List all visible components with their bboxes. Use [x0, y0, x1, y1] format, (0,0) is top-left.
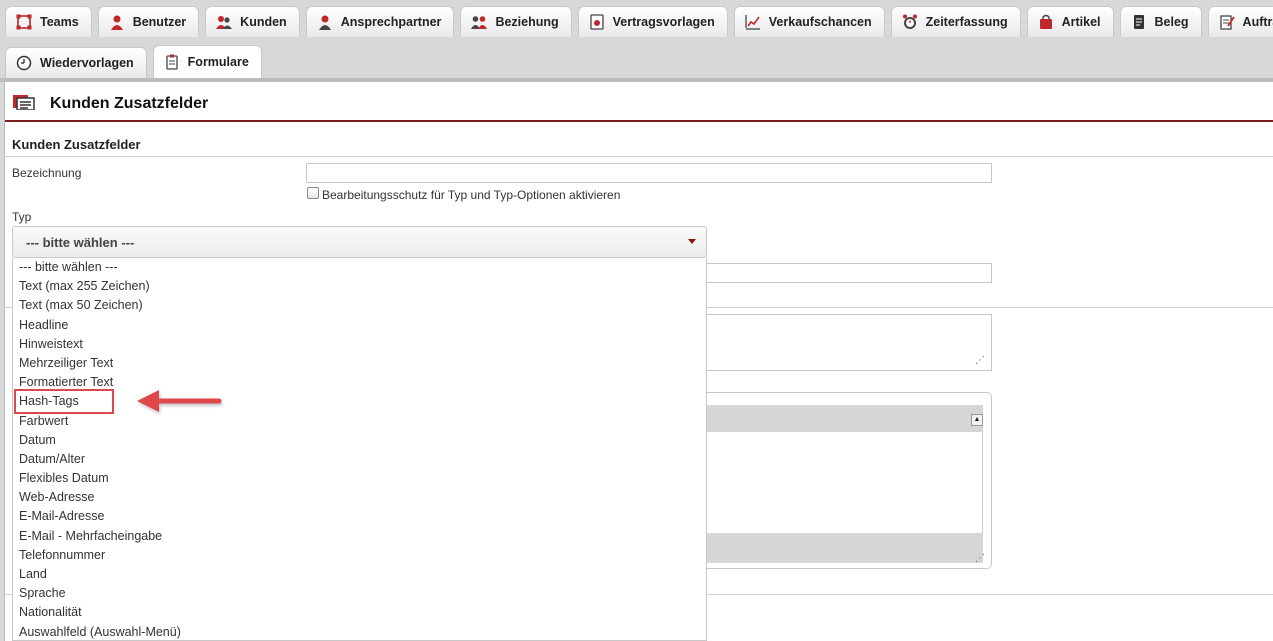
typ-option[interactable]: Land [13, 565, 706, 584]
tab-label: Teams [40, 15, 79, 29]
rich-text-editor[interactable]: ▲ ⋰ [706, 392, 992, 569]
tab-label: Ansprechpartner [340, 15, 442, 29]
chevron-down-icon [688, 239, 696, 244]
tab-label: Wiedervorlagen [40, 56, 134, 70]
contact-person-icon [317, 14, 333, 30]
tab-beleg[interactable]: Beleg [1119, 6, 1202, 37]
typ-option[interactable]: E-Mail-Adresse [13, 507, 706, 526]
alarm-clock-icon [902, 14, 918, 30]
section-title: Kunden Zusatzfelder [12, 137, 141, 152]
tab-artikel[interactable]: Artikel [1026, 6, 1114, 37]
tab-vertragsvorlagen[interactable]: Vertragsvorlagen [577, 6, 728, 37]
tab-label: Verkaufschancen [768, 15, 872, 29]
order-icon [1219, 14, 1235, 30]
tab-label: Vertragsvorlagen [612, 15, 715, 29]
clock-icon [16, 55, 32, 71]
typ-select[interactable]: --- bitte wählen --- [12, 226, 707, 258]
clipboard-icon [164, 54, 180, 70]
annotation-arrow-icon [137, 390, 222, 412]
divider [5, 156, 1273, 157]
page-header: Kunden Zusatzfelder [5, 82, 1273, 122]
tab-wiedervorlagen[interactable]: Wiedervorlagen [5, 47, 147, 78]
editor-statusbar [706, 533, 983, 563]
tab-beziehung[interactable]: Beziehung [460, 6, 572, 37]
typ-option[interactable]: Text (max 50 Zeichen) [13, 296, 706, 315]
typ-option[interactable]: Auswahlfeld (Auswahl-Menü) [13, 623, 706, 640]
tab-row-1: Teams Benutzer Kunden Ansprechpartner Bezieh… [5, 4, 1273, 37]
tab-label: Kunden [240, 15, 287, 29]
tab-row-2: Wiedervorlagen Formulare [5, 45, 268, 78]
typ-option[interactable]: Formatierter Text [13, 373, 706, 392]
tab-label: Beziehung [495, 15, 559, 29]
typ-option[interactable]: Nationalität [13, 603, 706, 622]
tab-zeiterfassung[interactable]: Zeiterfassung [890, 6, 1021, 37]
tab-label: Benutzer [132, 15, 187, 29]
typ-option[interactable]: Sprache [13, 584, 706, 603]
user-icon [109, 14, 125, 30]
receipt-icon [1131, 14, 1147, 30]
bezeichnung-label: Bezeichnung [12, 166, 82, 180]
typ-option[interactable]: Datum [13, 431, 706, 450]
main-panel: Kunden Zusatzfelder Kunden Zusatzfelder … [4, 82, 1273, 641]
contract-template-icon [589, 14, 605, 30]
typ-option[interactable]: Datum/Alter [13, 450, 706, 469]
tab-label: Aufträge [1242, 15, 1273, 29]
scroll-up-icon[interactable]: ▲ [971, 414, 983, 426]
editor-toolbar [706, 405, 983, 432]
tab-label: Formulare [187, 55, 249, 69]
bezeichnung-input[interactable] [306, 163, 992, 183]
typ-option[interactable]: Web-Adresse [13, 488, 706, 507]
typ-option[interactable]: Mehrzeiliger Text [13, 354, 706, 373]
sales-chart-icon [745, 14, 761, 30]
edit-protection-checkbox[interactable] [307, 187, 319, 199]
typ-select-value: --- bitte wählen --- [26, 235, 135, 250]
annotation-highlight-box [14, 389, 114, 414]
typ-option[interactable]: Farbwert [13, 412, 706, 431]
teams-icon [16, 14, 32, 30]
tab-formulare[interactable]: Formulare [152, 45, 262, 78]
typ-option[interactable]: Hinweistext [13, 335, 706, 354]
tab-aufträge[interactable]: Aufträge [1207, 6, 1273, 37]
resize-grip-icon[interactable]: ⋰ [975, 553, 985, 564]
textarea-field[interactable]: ⋰ [706, 314, 992, 371]
relationship-icon [471, 14, 488, 30]
tab-ansprechpartner[interactable]: Ansprechpartner [305, 6, 455, 37]
typ-option[interactable]: Headline [13, 316, 706, 335]
resize-grip-icon[interactable]: ⋰ [975, 355, 985, 366]
tab-verkaufschancen[interactable]: Verkaufschancen [733, 6, 885, 37]
tab-kunden[interactable]: Kunden [205, 6, 300, 37]
typ-option[interactable]: --- bitte wählen --- [13, 258, 706, 277]
typ-option[interactable]: Hash-Tags [13, 392, 706, 411]
page-title: Kunden Zusatzfelder [50, 95, 209, 112]
tab-benutzer[interactable]: Benutzer [97, 6, 200, 37]
tab-label: Beleg [1154, 15, 1189, 29]
typ-option[interactable]: Flexibles Datum [13, 469, 706, 488]
editor-content[interactable] [706, 432, 983, 533]
typ-option[interactable]: Text (max 255 Zeichen) [13, 277, 706, 296]
tab-label: Zeiterfassung [925, 15, 1008, 29]
typ-option[interactable]: E-Mail - Mehrfacheingabe [13, 527, 706, 546]
typ-dropdown-list: --- bitte wählen --- Text (max 255 Zeiche… [12, 258, 707, 641]
customers-icon [216, 14, 233, 30]
tab-teams[interactable]: Teams [5, 6, 92, 37]
typ-label: Typ [12, 210, 32, 224]
tab-label: Artikel [1061, 15, 1101, 29]
hidden-input[interactable] [706, 263, 992, 283]
typ-option[interactable]: Telefonnummer [13, 546, 706, 565]
edit-protection-label: Bearbeitungsschutz für Typ und Typ-Optio… [322, 188, 621, 202]
list-icon [13, 94, 35, 113]
shopping-bag-icon [1038, 14, 1054, 30]
